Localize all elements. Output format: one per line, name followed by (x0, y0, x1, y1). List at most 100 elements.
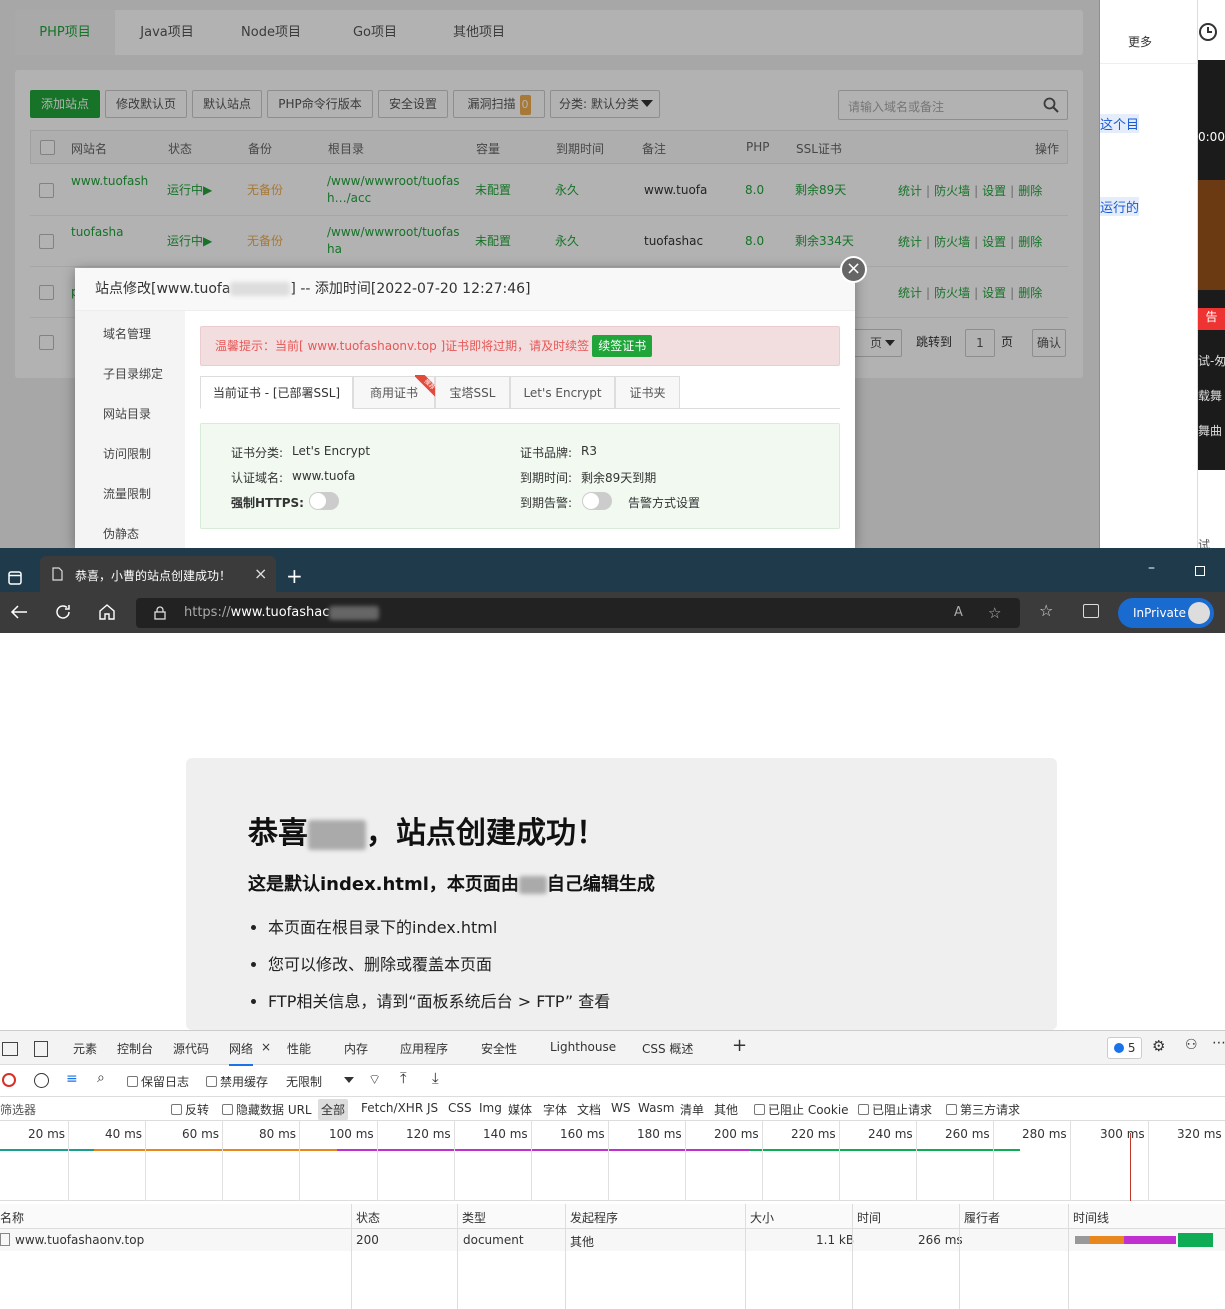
tab-current-cert[interactable]: 当前证书 - [已部署SSL] (200, 376, 353, 409)
col-name[interactable]: 名称 (0, 1209, 24, 1226)
network-overview-timeline[interactable]: 20 ms 40 ms 60 ms 80 ms 100 ms 120 ms 140 ms 16… (0, 1121, 1225, 1201)
filter-font[interactable]: 字体 (543, 1101, 567, 1118)
hide-data-url-checkbox[interactable]: 隐藏数据 URL (222, 1101, 312, 1118)
back-icon[interactable] (10, 604, 28, 620)
tab-css-overview[interactable]: CSS 概述 (642, 1040, 693, 1057)
filter-media[interactable]: 媒体 (508, 1101, 532, 1118)
filter-css[interactable]: CSS (448, 1101, 472, 1115)
renew-cert-button[interactable]: 续签证书 (592, 335, 653, 357)
preserve-log-checkbox[interactable]: 保留日志 (127, 1073, 189, 1090)
filter-ws[interactable]: WS (611, 1101, 630, 1115)
timeline-tick-label: 220 ms (791, 1127, 836, 1141)
collections-icon[interactable] (1083, 604, 1099, 618)
col-fulfilled-by[interactable]: 履行者 (964, 1209, 1000, 1226)
filter-input[interactable]: 筛选器 (0, 1101, 158, 1118)
col-waterfall[interactable]: 时间线 (1073, 1209, 1109, 1226)
tab-commercial-cert[interactable]: 商用证书 推荐 (353, 375, 437, 409)
blocked-request-checkbox[interactable]: 已阻止请求 (858, 1101, 932, 1118)
throttle-select[interactable]: 无限制 (286, 1073, 356, 1090)
refresh-icon[interactable] (54, 603, 72, 621)
tab-lets-encrypt[interactable]: Let's Encrypt (510, 376, 615, 409)
close-network-tab-icon[interactable]: × (261, 1040, 271, 1054)
filter-fetch[interactable]: Fetch/XHR (361, 1101, 423, 1115)
tab-cert-folder[interactable]: 证书夹 (615, 376, 680, 409)
more-menu[interactable]: 更多 (1128, 33, 1152, 50)
request-name[interactable]: www.tuofashaonv.top (15, 1233, 144, 1247)
new-tab-icon[interactable]: + (286, 564, 303, 588)
force-https-toggle[interactable] (309, 492, 339, 510)
col-size[interactable]: 大小 (750, 1209, 774, 1226)
browser-tab[interactable]: 恭喜，小曹的站点创建成功！ × (40, 556, 276, 592)
device-toolbar-icon[interactable] (34, 1041, 48, 1057)
sidebar-item-domains[interactable]: 域名管理 (103, 325, 151, 342)
col-type[interactable]: 类型 (462, 1209, 486, 1226)
sidebar-item-rewrite[interactable]: 伪静态 (103, 525, 139, 542)
timeline-gridline (145, 1121, 146, 1201)
add-favorite-icon[interactable]: ☆ (988, 598, 1001, 628)
settings-icon[interactable]: ⚙ (1152, 1037, 1165, 1055)
close-tab-icon[interactable]: × (254, 564, 267, 583)
tab-network[interactable]: 网络 (229, 1040, 254, 1066)
third-party-checkbox[interactable]: 第三方请求 (946, 1101, 1020, 1118)
avatar[interactable] (1188, 602, 1210, 624)
invert-checkbox[interactable]: 反转 (171, 1101, 209, 1118)
search-icon[interactable]: ⌕ (97, 1070, 105, 1086)
col-time[interactable]: 时间 (857, 1209, 881, 1226)
col-initiator[interactable]: 发起程序 (570, 1209, 618, 1226)
tab-memory[interactable]: 内存 (344, 1040, 368, 1057)
customize-icon[interactable]: ⚇ (1185, 1037, 1198, 1053)
network-conditions-icon[interactable]: ⌔ (368, 1071, 381, 1089)
close-icon[interactable]: × (840, 256, 867, 283)
inprivate-badge[interactable]: InPrivate (1118, 598, 1214, 628)
blocked-cookie-checkbox[interactable]: 已阻止 Cookie (754, 1101, 849, 1118)
timeline-tick-label: 320 ms (1177, 1127, 1222, 1141)
dialog-title-text: 站点修改[www.tuofa (95, 281, 231, 297)
tab-security[interactable]: 安全性 (481, 1040, 517, 1057)
sidebar-item-subdir[interactable]: 子目录绑定 (103, 365, 163, 382)
favorites-icon[interactable]: ☆ (1039, 601, 1053, 620)
sidebar-item-sitedir[interactable]: 网站目录 (103, 405, 151, 422)
request-table-header: 名称 状态 类型 发起程序 大小 时间 履行者 时间线 (0, 1204, 1225, 1229)
col-status[interactable]: 状态 (356, 1209, 380, 1226)
clear-icon[interactable] (34, 1073, 49, 1088)
issues-badge[interactable]: 5 (1107, 1037, 1143, 1059)
sidebar-item-traffic[interactable]: 流量限制 (103, 485, 151, 502)
tab-application[interactable]: 应用程序 (400, 1040, 448, 1057)
table-row[interactable]: www.tuofashaonv.top 200 document 其他 1.1 … (0, 1229, 1225, 1251)
filter-manifest[interactable]: 清单 (680, 1101, 704, 1118)
filter-icon[interactable]: ≡ (66, 1071, 78, 1087)
filter-all[interactable]: 全部 (318, 1099, 349, 1120)
timeline-tick-label: 120 ms (406, 1127, 451, 1141)
filter-img[interactable]: Img (479, 1101, 502, 1115)
overflow-menu-icon[interactable]: ⋯ (1212, 1035, 1225, 1051)
filter-wasm[interactable]: Wasm (638, 1101, 674, 1115)
tab-elements[interactable]: 元素 (73, 1040, 97, 1057)
tab-bt-ssl[interactable]: 宝塔SSL (435, 376, 510, 409)
tab-console[interactable]: 控制台 (117, 1040, 153, 1057)
more-tabs-icon[interactable]: + (732, 1035, 747, 1056)
inspect-icon[interactable] (2, 1042, 18, 1056)
home-icon[interactable] (98, 603, 116, 621)
export-har-icon[interactable]: ⤓ (432, 1069, 439, 1087)
disable-cache-checkbox[interactable]: 禁用缓存 (206, 1073, 268, 1090)
read-aloud-icon[interactable]: A (954, 598, 963, 628)
tab-performance[interactable]: 性能 (287, 1040, 311, 1057)
maximize-icon[interactable] (1195, 566, 1205, 576)
minimize-icon[interactable]: – (1148, 560, 1155, 576)
alert-settings-link[interactable]: 告警方式设置 (628, 494, 700, 511)
filter-doc[interactable]: 文档 (577, 1101, 601, 1118)
lock-icon[interactable] (154, 606, 166, 620)
strip-link-1[interactable]: 这个目 (1100, 114, 1140, 133)
tab-lighthouse[interactable]: Lighthouse (550, 1040, 616, 1054)
strip-line: 舞曲 (1198, 424, 1223, 438)
tab-actions-icon[interactable] (8, 571, 22, 585)
sidebar-item-access[interactable]: 访问限制 (103, 445, 151, 462)
url-field[interactable]: https://www.tuofashac A ☆ (136, 598, 1020, 628)
filter-js[interactable]: JS (427, 1101, 438, 1115)
record-icon[interactable] (2, 1073, 16, 1087)
filter-other[interactable]: 其他 (714, 1101, 738, 1118)
strip-link-2[interactable]: 运行的 (1100, 197, 1140, 216)
import-har-icon[interactable]: ⤒ (400, 1069, 407, 1087)
expire-alert-toggle[interactable] (582, 492, 612, 510)
tab-sources[interactable]: 源代码 (173, 1040, 209, 1057)
